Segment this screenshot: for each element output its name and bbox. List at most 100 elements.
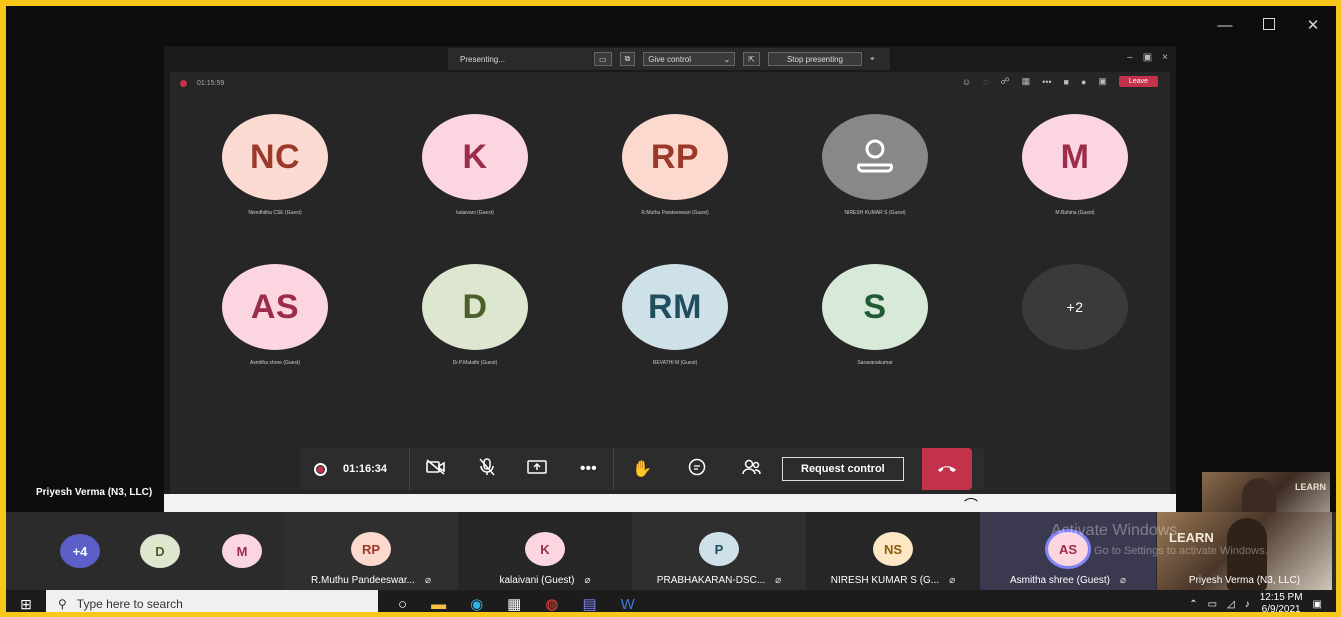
strip-name-text: NIRESH KUMAR S (G...: [830, 575, 940, 586]
strip-avatar: RP: [351, 532, 391, 566]
minimize-icon[interactable]: –: [1127, 52, 1133, 63]
strip-name-text: kalaivani (Guest): [499, 575, 575, 586]
search-placeholder: Type here to search: [76, 597, 183, 611]
presenter-backdrop-text: LEARN: [1295, 482, 1326, 492]
store-icon[interactable]: ▦: [507, 595, 521, 612]
participants-icon[interactable]: ☺: [962, 77, 971, 87]
give-control-label: Give control: [648, 54, 691, 64]
participant-name: NIRESH KUMAR S (Guest): [844, 210, 906, 216]
participant-avatar[interactable]: M: [1022, 114, 1128, 200]
taskbar-apps: ○ ▬ ◉ ▦ ◍ ▤ W: [378, 595, 635, 613]
edge-icon[interactable]: ◉: [470, 595, 483, 612]
strip-name-text: R.Muthu Pandeeswar...: [311, 575, 415, 586]
strip-participant-name: NIRESH KUMAR S (G... ⌀: [806, 575, 980, 586]
share-icon[interactable]: ▣: [1098, 76, 1107, 87]
window-share-icon[interactable]: ⧉: [619, 52, 636, 66]
strip-tile[interactable]: P PRABHAKARAN-DSC... ⌀: [632, 512, 806, 590]
strip-tile[interactable]: RP R.Muthu Pandeeswar... ⌀: [284, 512, 458, 590]
reactions-icon[interactable]: ☍: [1000, 76, 1009, 87]
windows-start-icon[interactable]: ⊞: [6, 596, 46, 613]
participant-name: Dr.P.Malathi (Guest): [452, 360, 498, 366]
meeting-view: 01:15:59 ☺ ◌ ☍ ▦ ••• ■ ● ▣ Leave NC Nived…: [170, 72, 1170, 512]
hang-up-icon: [937, 466, 956, 472]
taskbar-search[interactable]: ⚲ Type here to search: [46, 590, 378, 612]
strip-tile[interactable]: D: [140, 512, 180, 590]
raise-hand-icon[interactable]: ✋: [632, 459, 652, 479]
participant-avatar[interactable]: RM: [622, 264, 728, 350]
clock-time: 12:15 PM: [1259, 592, 1303, 603]
leave-button[interactable]: Leave: [1118, 76, 1158, 87]
windows-taskbar: ⊞ ⚲ Type here to search ○ ▬ ◉ ▦ ◍ ▤ W ⌃ …: [6, 590, 1336, 612]
stop-presenting-button[interactable]: Stop presenting: [767, 52, 862, 66]
battery-icon[interactable]: ▭: [1208, 599, 1217, 610]
presenting-status: Presenting...: [460, 54, 505, 64]
strip-participant-name: R.Muthu Pandeeswar... ⌀: [284, 575, 458, 586]
participant-avatar-generic[interactable]: [822, 114, 928, 200]
participant-name: M.Bahina (Guest): [1055, 210, 1095, 216]
participant-name: kalaivani (Guest): [456, 210, 494, 216]
network-icon[interactable]: ◿: [1227, 599, 1235, 610]
chrome-icon[interactable]: ◍: [545, 595, 558, 612]
meeting-toolbar: ☺ ◌ ☍ ▦ ••• ■ ● ▣ Leave: [962, 76, 1158, 87]
participant-avatar[interactable]: S: [822, 264, 928, 350]
share-screen-icon[interactable]: [527, 459, 548, 480]
recording-icon: [180, 79, 187, 87]
record-icon[interactable]: [314, 462, 327, 476]
participant-avatar[interactable]: D: [422, 264, 528, 350]
rooms-icon[interactable]: ▦: [1022, 76, 1031, 87]
participant-avatar[interactable]: RP: [622, 114, 728, 200]
camera-off-icon[interactable]: [426, 458, 446, 480]
strip-avatar: M: [222, 534, 262, 568]
screen-icon[interactable]: ▭: [594, 52, 612, 66]
mic-off-icon[interactable]: [479, 457, 495, 481]
participant-avatar[interactable]: AS: [222, 264, 328, 350]
chat-bubble-icon[interactable]: [688, 458, 706, 481]
strip-tile[interactable]: +4: [60, 512, 100, 590]
teams-icon[interactable]: ▤: [582, 595, 596, 612]
maximize-button[interactable]: [1260, 17, 1278, 34]
pin-icon[interactable]: ⌖: [870, 54, 875, 64]
mic-off-icon: ⌀: [1120, 575, 1127, 586]
mic-off-icon: ⌀: [949, 575, 956, 586]
window-controls: — ✕: [1216, 16, 1322, 35]
mic-off-icon: ⌀: [424, 575, 431, 586]
meeting-timer: 01:15:59: [197, 79, 225, 87]
mic-icon[interactable]: ●: [1081, 77, 1086, 87]
give-control-dropdown[interactable]: Give control ⌄: [643, 52, 736, 66]
hang-up-button[interactable]: [921, 448, 972, 490]
clock-date: 6/9/2021: [1261, 604, 1301, 612]
interaction-controls: ✋: [614, 448, 780, 490]
close-button[interactable]: ✕: [1304, 16, 1322, 34]
file-explorer-icon[interactable]: ▬: [431, 596, 446, 613]
self-name: Priyesh Verma (N3, LLC): [1188, 575, 1301, 586]
participant-avatar[interactable]: +2: [1022, 264, 1128, 350]
presenting-toolbar: Presenting... ▭ ⧉ Give control ⌄ ⇱ Stop …: [448, 48, 890, 70]
people-icon[interactable]: [742, 458, 762, 481]
notifications-icon[interactable]: ▣: [1313, 599, 1322, 610]
participant-avatar[interactable]: K: [422, 114, 528, 200]
include-audio-icon[interactable]: ⇱: [743, 52, 760, 66]
more-options-icon[interactable]: •••: [580, 460, 597, 478]
person-icon: [856, 139, 894, 173]
chevron-down-icon: ⌄: [723, 54, 731, 64]
strip-tile[interactable]: NS NIRESH KUMAR S (G... ⌀: [806, 512, 980, 590]
close-icon[interactable]: ×: [1162, 52, 1168, 63]
chat-icon[interactable]: ◌: [983, 77, 988, 87]
chevron-up-icon[interactable]: ⌃: [1189, 599, 1197, 610]
strip-avatar: NS: [873, 532, 913, 566]
participant-avatar[interactable]: NC: [222, 114, 328, 200]
strip-tile[interactable]: Kkalaivani (Guest) ⌀: [458, 512, 632, 590]
clock[interactable]: 12:15 PM 6/9/2021: [1260, 592, 1303, 612]
strip-tile[interactable]: M: [222, 512, 262, 590]
task-view-icon[interactable]: ○: [398, 596, 407, 613]
mic-off-icon: ⌀: [775, 575, 782, 586]
word-icon[interactable]: W: [621, 596, 635, 613]
more-icon[interactable]: •••: [1042, 77, 1051, 87]
strip-participant-name: Asmitha shree (Guest) ⌀: [980, 575, 1156, 586]
minimize-button[interactable]: —: [1216, 17, 1234, 34]
volume-icon[interactable]: ♪: [1245, 599, 1250, 610]
shared-content-strip: ⌒: [164, 494, 1176, 514]
restore-icon[interactable]: ▣: [1143, 52, 1152, 63]
request-control-button[interactable]: Request control: [782, 457, 904, 481]
camera-icon[interactable]: ■: [1064, 77, 1069, 87]
